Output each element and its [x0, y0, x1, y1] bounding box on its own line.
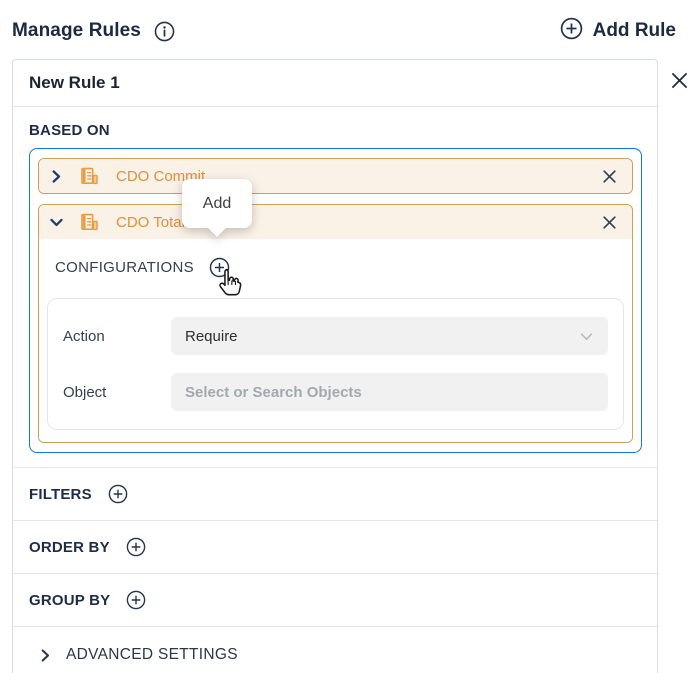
- source-header[interactable]: CDO Total Forecast: [39, 205, 632, 239]
- chevron-down-icon: [579, 329, 594, 344]
- configurations-label: CONFIGURATIONS: [55, 259, 194, 276]
- add-group-by-button[interactable]: [126, 590, 146, 610]
- source-header[interactable]: CDO Commit: [39, 159, 632, 193]
- rule-card: New Rule 1 BASED ON: [12, 59, 658, 673]
- order-by-label: ORDER BY: [29, 539, 110, 556]
- configuration-fields-panel: Action Require: [47, 298, 624, 430]
- object-field-row: Object: [48, 364, 623, 420]
- add-rule-label: Add Rule: [593, 20, 676, 42]
- add-rule-button[interactable]: Add Rule: [560, 17, 676, 45]
- add-filter-button[interactable]: [108, 484, 128, 504]
- rule-title: New Rule 1: [29, 73, 120, 92]
- add-order-by-button[interactable]: [126, 537, 146, 557]
- add-tooltip-label: Add: [182, 179, 252, 228]
- page-title: Manage Rules: [12, 20, 141, 42]
- source-body: CONFIGURATIONS Action: [39, 239, 632, 442]
- based-on-section: BASED ON: [13, 107, 657, 467]
- based-on-label: BASED ON: [29, 122, 642, 139]
- add-configuration-button[interactable]: [209, 257, 230, 278]
- object-label: Object: [63, 384, 171, 401]
- sources-container: CDO Commit: [29, 148, 642, 453]
- data-table-icon: [80, 167, 99, 186]
- action-select-value: Require: [185, 328, 579, 345]
- add-tooltip: Add: [182, 179, 252, 228]
- advanced-settings-label: ADVANCED SETTINGS: [66, 646, 238, 664]
- filters-section-row: FILTERS: [13, 467, 657, 520]
- manage-rules-header: Manage Rules Add Rule: [0, 0, 700, 45]
- data-table-icon: [80, 213, 99, 232]
- rule-card-header: New Rule 1: [13, 60, 657, 107]
- plus-circle-icon: [560, 17, 583, 45]
- filters-label: FILTERS: [29, 486, 92, 503]
- action-select[interactable]: Require: [171, 317, 608, 355]
- object-search-input[interactable]: [171, 373, 608, 411]
- close-icon[interactable]: [599, 212, 620, 233]
- close-icon[interactable]: [599, 166, 620, 187]
- action-label: Action: [63, 328, 171, 345]
- order-by-section-row: ORDER BY: [13, 520, 657, 573]
- source-item-cdo-commit: CDO Commit: [38, 158, 633, 194]
- group-by-label: GROUP BY: [29, 592, 110, 609]
- info-icon[interactable]: [154, 21, 175, 42]
- advanced-settings-row[interactable]: ADVANCED SETTINGS: [13, 626, 657, 673]
- chevron-down-icon[interactable]: [49, 216, 63, 229]
- close-icon[interactable]: [667, 68, 691, 92]
- action-field-row: Action Require: [48, 308, 623, 364]
- source-item-cdo-total-forecast: CDO Total Forecast CONFIGURATIONS: [38, 204, 633, 443]
- chevron-right-icon[interactable]: [39, 649, 52, 662]
- chevron-right-icon[interactable]: [49, 170, 63, 183]
- group-by-section-row: GROUP BY: [13, 573, 657, 626]
